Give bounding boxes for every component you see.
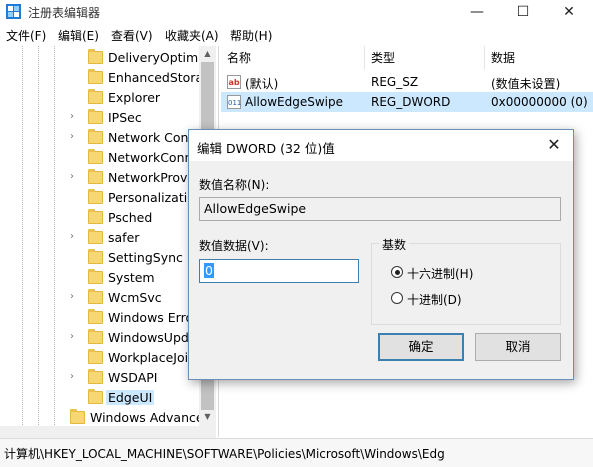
minimize-button[interactable]: — xyxy=(454,0,500,24)
folder-icon xyxy=(88,69,103,84)
dialog-title: 编辑 DWORD (32 位)值 xyxy=(197,141,335,156)
edit-dword-dialog: 编辑 DWORD (32 位)值 ✕ 数值名称(N): AllowEdgeSwi… xyxy=(188,129,574,380)
folder-icon xyxy=(88,189,103,204)
tree-item-label: Psched xyxy=(108,210,153,225)
radio-hex[interactable]: 十六进制(H) xyxy=(391,265,531,281)
scroll-up-arrow-icon[interactable]: ▲ xyxy=(201,48,214,60)
value-data-label: 数值数据(V): xyxy=(199,239,269,253)
tree-guide-line xyxy=(38,46,39,437)
tree-item-label: Windows Erro xyxy=(108,310,194,325)
tree-item-label: Explorer xyxy=(108,90,161,105)
radio-decimal-label: 十进制(D) xyxy=(407,293,462,307)
base-groupbox xyxy=(371,243,561,325)
folder-icon xyxy=(88,349,103,364)
tree-item-label: System xyxy=(108,270,155,285)
regedit-app-icon xyxy=(6,4,21,19)
tree-item-label: safer xyxy=(108,230,140,245)
tree-item-label: WorkplaceJoi xyxy=(108,350,189,365)
value-name: AllowEdgeSwipe xyxy=(245,95,343,109)
binary-value-icon: 011 xyxy=(227,95,241,109)
radio-circle-icon[interactable] xyxy=(391,292,403,304)
column-header-type[interactable]: 类型 xyxy=(365,46,485,70)
folder-icon xyxy=(88,369,103,384)
value-data-text: 0 xyxy=(204,263,214,278)
value-row-default[interactable]: ab (默认) REG_SZ (数值未设置) xyxy=(221,72,593,92)
folder-icon xyxy=(88,209,103,224)
value-name-label: 数值名称(N): xyxy=(199,178,270,192)
expand-chevron-icon[interactable]: › xyxy=(70,171,82,182)
tree-item-label: Personalizatic xyxy=(108,190,195,205)
value-data: 0x00000000 (0) xyxy=(491,95,588,109)
expand-chevron-icon[interactable]: › xyxy=(70,371,82,382)
menu-help[interactable]: 帮助(H) xyxy=(230,27,272,44)
expand-chevron-icon[interactable]: › xyxy=(70,111,82,122)
tree-item-label: EdgeUI xyxy=(106,390,155,405)
value-type: REG_DWORD xyxy=(371,95,451,109)
value-data-field[interactable]: 0 xyxy=(199,259,359,283)
menu-favorites[interactable]: 收藏夹(A) xyxy=(165,27,219,44)
column-header-name[interactable]: 名称 xyxy=(221,46,365,70)
folder-icon xyxy=(88,229,103,244)
dialog-close-button[interactable]: ✕ xyxy=(541,134,567,156)
menu-edit[interactable]: 编辑(E) xyxy=(58,27,99,44)
base-label: 基数 xyxy=(379,236,410,253)
folder-icon xyxy=(88,389,103,404)
expand-chevron-icon[interactable]: › xyxy=(70,291,82,302)
tree-horizontal-scrollbar[interactable] xyxy=(0,426,216,438)
window-title: 注册表编辑器 xyxy=(28,6,101,20)
tree-item-label: DeliveryOptimiz xyxy=(108,50,209,65)
column-header-data[interactable]: 数据 xyxy=(485,46,593,70)
expand-chevron-icon[interactable]: › xyxy=(70,231,82,242)
tree-guide-line xyxy=(22,46,23,437)
menu-view[interactable]: 查看(V) xyxy=(111,27,153,44)
radio-hex-label: 十六进制(H) xyxy=(407,267,474,281)
status-path: 计算机\HKEY_LOCAL_MACHINE\SOFTWARE\Policies… xyxy=(4,447,445,461)
maximize-button[interactable]: ☐ xyxy=(500,0,546,24)
menu-file[interactable]: 文件(F) xyxy=(6,27,46,44)
folder-icon xyxy=(88,109,103,124)
radio-selected-dot-icon xyxy=(394,269,400,275)
scroll-down-arrow-icon[interactable]: ▼ xyxy=(201,411,214,423)
tree-item-label: EnhancedStorag xyxy=(108,70,212,85)
folder-icon xyxy=(88,329,103,344)
tree-item-label: IPSec xyxy=(108,110,142,125)
folder-icon xyxy=(88,289,103,304)
value-type: REG_SZ xyxy=(371,75,419,89)
string-value-icon: ab xyxy=(227,75,241,89)
tree-item-label: NetworkProvi xyxy=(108,170,191,185)
radio-circle-icon[interactable] xyxy=(391,266,403,278)
tree-item-label: SettingSync xyxy=(108,250,183,265)
expand-chevron-icon[interactable]: › xyxy=(70,131,82,142)
folder-icon xyxy=(88,149,103,164)
value-name: (默认) xyxy=(245,77,279,91)
folder-icon xyxy=(88,169,103,184)
ok-button[interactable]: 确定 xyxy=(378,333,464,361)
value-row-allowedgeswipe[interactable]: 011 AllowEdgeSwipe REG_DWORD 0x00000000 … xyxy=(221,92,593,112)
tree-item-label: WcmSvc xyxy=(108,290,162,305)
folder-icon xyxy=(88,49,103,64)
cancel-button[interactable]: 取消 xyxy=(475,333,561,361)
tree-item-label: WindowsUpd xyxy=(108,330,189,345)
expand-chevron-icon[interactable]: › xyxy=(70,331,82,342)
folder-icon xyxy=(88,89,103,104)
folder-icon xyxy=(88,249,103,264)
registry-tree[interactable]: DeliveryOptimiz EnhancedStorag Explorer … xyxy=(0,46,219,437)
folder-icon xyxy=(88,309,103,324)
tree-guide-line xyxy=(54,46,55,437)
tree-item-label: Windows Advance xyxy=(90,410,204,425)
tree-item-label: NetworkConn xyxy=(108,150,193,165)
value-name-field[interactable]: AllowEdgeSwipe xyxy=(199,197,561,221)
radio-decimal[interactable]: 十进制(D) xyxy=(391,291,531,307)
tree-item-label: Network Conr xyxy=(108,130,194,145)
folder-icon xyxy=(70,409,85,424)
folder-icon xyxy=(88,129,103,144)
close-button[interactable]: ✕ xyxy=(546,0,592,24)
value-data: (数值未设置) xyxy=(491,77,561,91)
folder-icon xyxy=(88,269,103,284)
tree-item-label: WSDAPI xyxy=(108,370,158,385)
